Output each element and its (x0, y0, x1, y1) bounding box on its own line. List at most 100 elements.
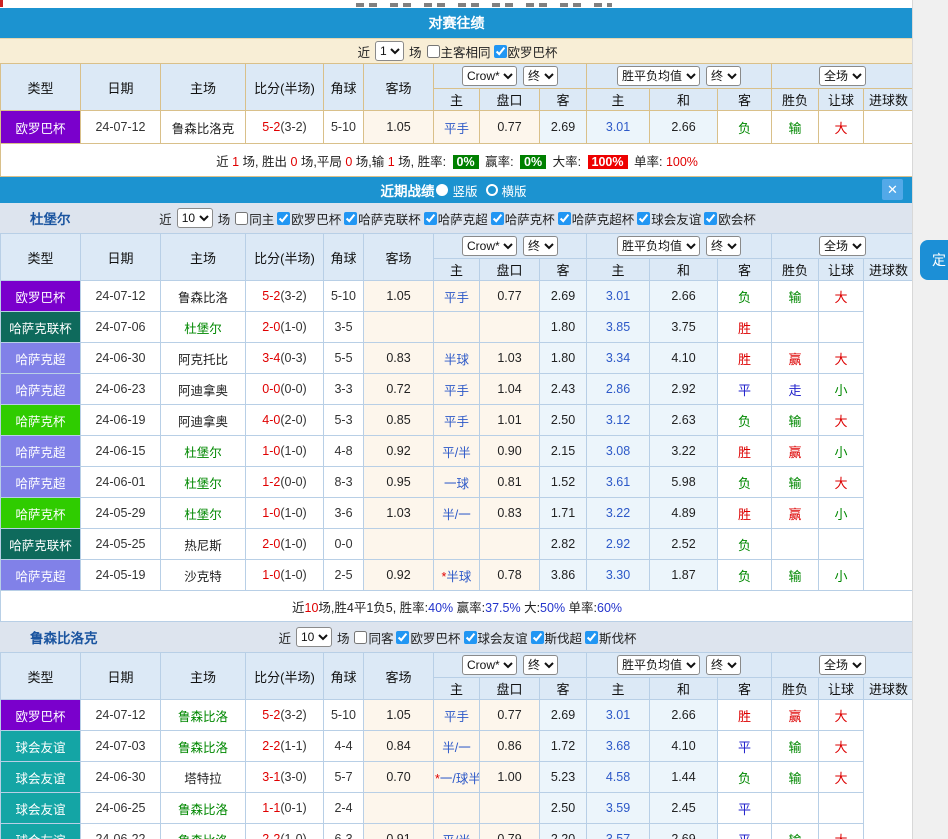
odds-company-select[interactable]: Crow* (462, 655, 517, 675)
team0-filter-checkbox[interactable] (344, 212, 357, 225)
handicap-line (434, 793, 480, 824)
league-badge: 哈萨克杯 (1, 405, 81, 436)
team0-count-select[interactable]: 10 (177, 208, 213, 228)
odds-company-select[interactable]: Crow* (462, 236, 517, 256)
h2h-filter-0[interactable]: 主客相同 (427, 42, 491, 61)
team1-filter-checkbox[interactable] (585, 631, 598, 644)
team1-filter-checkbox[interactable] (464, 631, 477, 644)
team1-filter-1[interactable]: 欧罗巴杯 (396, 628, 460, 647)
h2h-filter-checkbox[interactable] (427, 45, 440, 58)
team1-filter-checkbox[interactable] (354, 631, 367, 644)
odds-stage-select[interactable]: 终 (523, 655, 558, 675)
team0-filter-label: 哈萨克联杯 (358, 209, 421, 228)
match-scope-select[interactable]: 全场 (819, 236, 866, 256)
sub-column-header: 主 (587, 259, 650, 281)
result-goals: 大 (819, 824, 864, 839)
team0-filter-checkbox[interactable] (704, 212, 717, 225)
team0-filter-6[interactable]: 球会友谊 (637, 209, 701, 228)
odds-company-select[interactable]: Crow* (462, 66, 517, 86)
away-odds: 0.83 (480, 498, 540, 529)
avg-value-select[interactable]: 胜平负均值 (617, 655, 700, 675)
team0-filter-2[interactable]: 哈萨克联杯 (344, 209, 421, 228)
horizontal-layout-radio[interactable] (486, 184, 498, 196)
customize-button[interactable]: 定制 (920, 240, 948, 280)
table-row: 哈萨克超24-06-15杜堡尔1-0(1-0)4-80.92平/半0.902.1… (1, 436, 914, 467)
team1-filter-0[interactable]: 同客 (354, 628, 393, 647)
home-odds: 1.05 (364, 281, 434, 312)
team0-filter-checkbox[interactable] (491, 212, 504, 225)
odds-stage-select[interactable]: 终 (523, 236, 558, 256)
summary-segment: 近 (216, 155, 232, 169)
team1-filter-3[interactable]: 斯伐超 (531, 628, 583, 647)
avg-away-odds: 1.87 (650, 560, 718, 591)
h2h-count-select[interactable]: 1 (375, 41, 404, 61)
team-b-name: 鲁森比洛克 (30, 627, 98, 647)
team0-filter-1[interactable]: 欧罗巴杯 (277, 209, 341, 228)
close-icon[interactable]: ✕ (882, 179, 903, 200)
vertical-layout-radio[interactable] (436, 184, 448, 196)
result-goals: 大 (819, 343, 864, 374)
h2h-filter-row: 近1场主客相同欧罗巴杯 (0, 38, 913, 63)
sub-column-header: 和 (650, 89, 718, 111)
match-date: 24-06-19 (81, 405, 161, 436)
team1-filter-4[interactable]: 斯伐杯 (585, 628, 637, 647)
team0-filter-4[interactable]: 哈萨克杯 (491, 209, 555, 228)
match-scope-select[interactable]: 全场 (819, 66, 866, 86)
match-score: 2-2(1-1) (246, 731, 324, 762)
avg-home-odds: 2.82 (540, 529, 587, 560)
avg-value-select[interactable]: 胜平负均值 (617, 66, 700, 86)
sub-column-header: 主 (434, 89, 480, 111)
match-score: 1-0(1-0) (246, 498, 324, 529)
sub-column-header: 让球 (819, 89, 864, 111)
result-handicap: 输 (772, 762, 819, 793)
column-header: 日期 (81, 653, 161, 700)
team0-filter-7[interactable]: 欧会杯 (704, 209, 756, 228)
team-b-recent-table: 类型日期主场比分(半场)角球客场Crow*终胜平负均值终全场主盘口客主和客胜负让… (0, 652, 914, 839)
team0-filter-3[interactable]: 哈萨克超 (424, 209, 488, 228)
home-team: 热尼斯 (161, 529, 246, 560)
h2h-filter-1[interactable]: 欧罗巴杯 (494, 42, 558, 61)
match-date: 24-06-25 (81, 793, 161, 824)
avg-stage-select[interactable]: 终 (706, 236, 741, 256)
away-odds (480, 312, 540, 343)
team0-filter-5[interactable]: 哈萨克超杯 (558, 209, 635, 228)
corner-score: 2-4 (324, 793, 364, 824)
summary-segment: 37.5% (485, 601, 520, 615)
away-odds: 0.79 (480, 824, 540, 839)
sub-column-header: 主 (434, 678, 480, 700)
summary-segment: 场,平局 (297, 155, 345, 169)
horizontal-layout-label[interactable]: 横版 (502, 181, 527, 200)
table-row: 球会友谊24-07-03鲁森比洛2-2(1-1)4-40.84半/一0.861.… (1, 731, 914, 762)
team0-filter-checkbox[interactable] (558, 212, 571, 225)
avg-stage-select[interactable]: 终 (706, 655, 741, 675)
h2h-filter-checkbox[interactable] (494, 45, 507, 58)
handicap-line: *半球 (434, 560, 480, 591)
team0-filter-0[interactable]: 同主 (235, 209, 274, 228)
team0-filter-checkbox[interactable] (277, 212, 290, 225)
avg-draw-odds: 3.01 (587, 111, 650, 144)
summary-segment: 大: (521, 601, 540, 615)
vertical-layout-label[interactable]: 竖版 (452, 181, 477, 200)
column-header: 类型 (1, 234, 81, 281)
team1-filter-label: 同客 (368, 628, 393, 647)
avg-stage-select[interactable]: 终 (706, 66, 741, 86)
team1-filter-2[interactable]: 球会友谊 (464, 628, 528, 647)
match-scope-select[interactable]: 全场 (819, 655, 866, 675)
column-header: 主场 (161, 64, 246, 111)
avg-value-select[interactable]: 胜平负均值 (617, 236, 700, 256)
table-row: 哈萨克超24-06-30阿克托比3-4(0-3)5-50.83半球1.031.8… (1, 343, 914, 374)
sub-column-header: 让球 (819, 259, 864, 281)
team0-near-label: 近 (159, 209, 172, 228)
sub-column-header: 进球数 (864, 89, 914, 111)
team0-filter-checkbox[interactable] (235, 212, 248, 225)
odds-stage-select[interactable]: 终 (523, 66, 558, 86)
team1-count-select[interactable]: 10 (296, 627, 332, 647)
team0-filter-checkbox[interactable] (637, 212, 650, 225)
away-odds (480, 793, 540, 824)
team0-filter-checkbox[interactable] (424, 212, 437, 225)
home-team: 杜堡尔 (161, 498, 246, 529)
team1-filter-checkbox[interactable] (531, 631, 544, 644)
team1-filter-checkbox[interactable] (396, 631, 409, 644)
home-odds: 0.84 (364, 731, 434, 762)
recent-section-header: 近期战绩 竖版 横版 ✕ (0, 177, 913, 203)
